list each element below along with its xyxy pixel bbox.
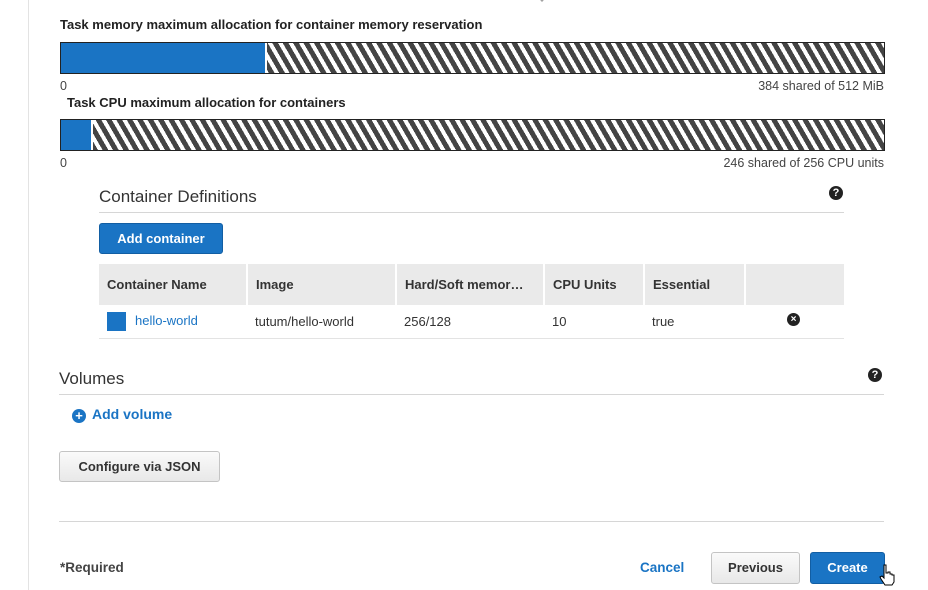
column-header-cpu-units[interactable]: CPU Units [544,264,645,305]
required-note: *Required [60,560,124,575]
column-header-image[interactable]: Image [247,264,397,305]
remove-circle-icon[interactable]: × [787,313,800,326]
memory-allocation-bar [60,42,885,74]
memory-min-label: 0 [60,79,67,93]
add-container-button[interactable]: Add container [99,223,223,254]
volumes-title: Volumes [59,369,125,388]
column-header-essential[interactable]: Essential [644,264,746,305]
column-header-actions [745,264,844,305]
add-volume-link[interactable]: + Add volume [72,406,172,423]
cpu-allocation-fill [61,120,94,150]
actions-cell: × [745,305,844,339]
container-name-cell: hello-world [99,305,247,339]
cpu-allocation-title: Task CPU maximum allocation for containe… [67,95,346,110]
column-header-memory[interactable]: Hard/Soft memor… [396,264,545,305]
create-button[interactable]: Create [810,552,885,584]
container-definitions-title: Container Definitions [99,187,257,206]
memory-allocation-title: Task memory maximum allocation for conta… [60,17,483,32]
cancel-button[interactable]: Cancel [640,560,684,575]
container-name-link[interactable]: hello-world [135,313,198,328]
memory-allocation-fill [61,43,267,73]
container-table-header: Container Name Image Hard/Soft memor… CP… [99,264,844,305]
essential-cell: true [644,305,745,339]
question-circle-icon[interactable]: ? [868,368,882,382]
cpu-min-label: 0 [60,156,67,170]
hand-pointer-cursor-icon [879,564,895,586]
memory-summary-label: 384 shared of 512 MiB [758,79,884,93]
column-header-container-name[interactable]: Container Name [99,264,248,305]
cpu-cell: 10 [544,305,644,339]
container-color-swatch [107,311,126,331]
image-cell: tutum/hello-world [247,305,396,339]
cpu-summary-label: 246 shared of 256 CPU units [723,156,884,170]
footer-divider [59,521,884,522]
volumes-divider [59,394,884,395]
question-circle-icon[interactable]: ? [829,186,843,200]
chevron-up-icon [539,0,545,2]
container-table: Container Name Image Hard/Soft memor… CP… [99,264,844,339]
cpu-allocation-bar [60,119,885,151]
add-volume-label: Add volume [92,406,173,422]
container-definitions-divider [99,212,844,213]
panel-left-border [28,0,29,590]
configure-via-json-button[interactable]: Configure via JSON [59,451,220,482]
previous-button[interactable]: Previous [711,552,800,584]
memory-cell: 256/128 [396,305,544,339]
table-row: hello-world tutum/hello-world 256/128 10… [99,305,844,339]
plus-circle-icon: + [72,409,86,423]
